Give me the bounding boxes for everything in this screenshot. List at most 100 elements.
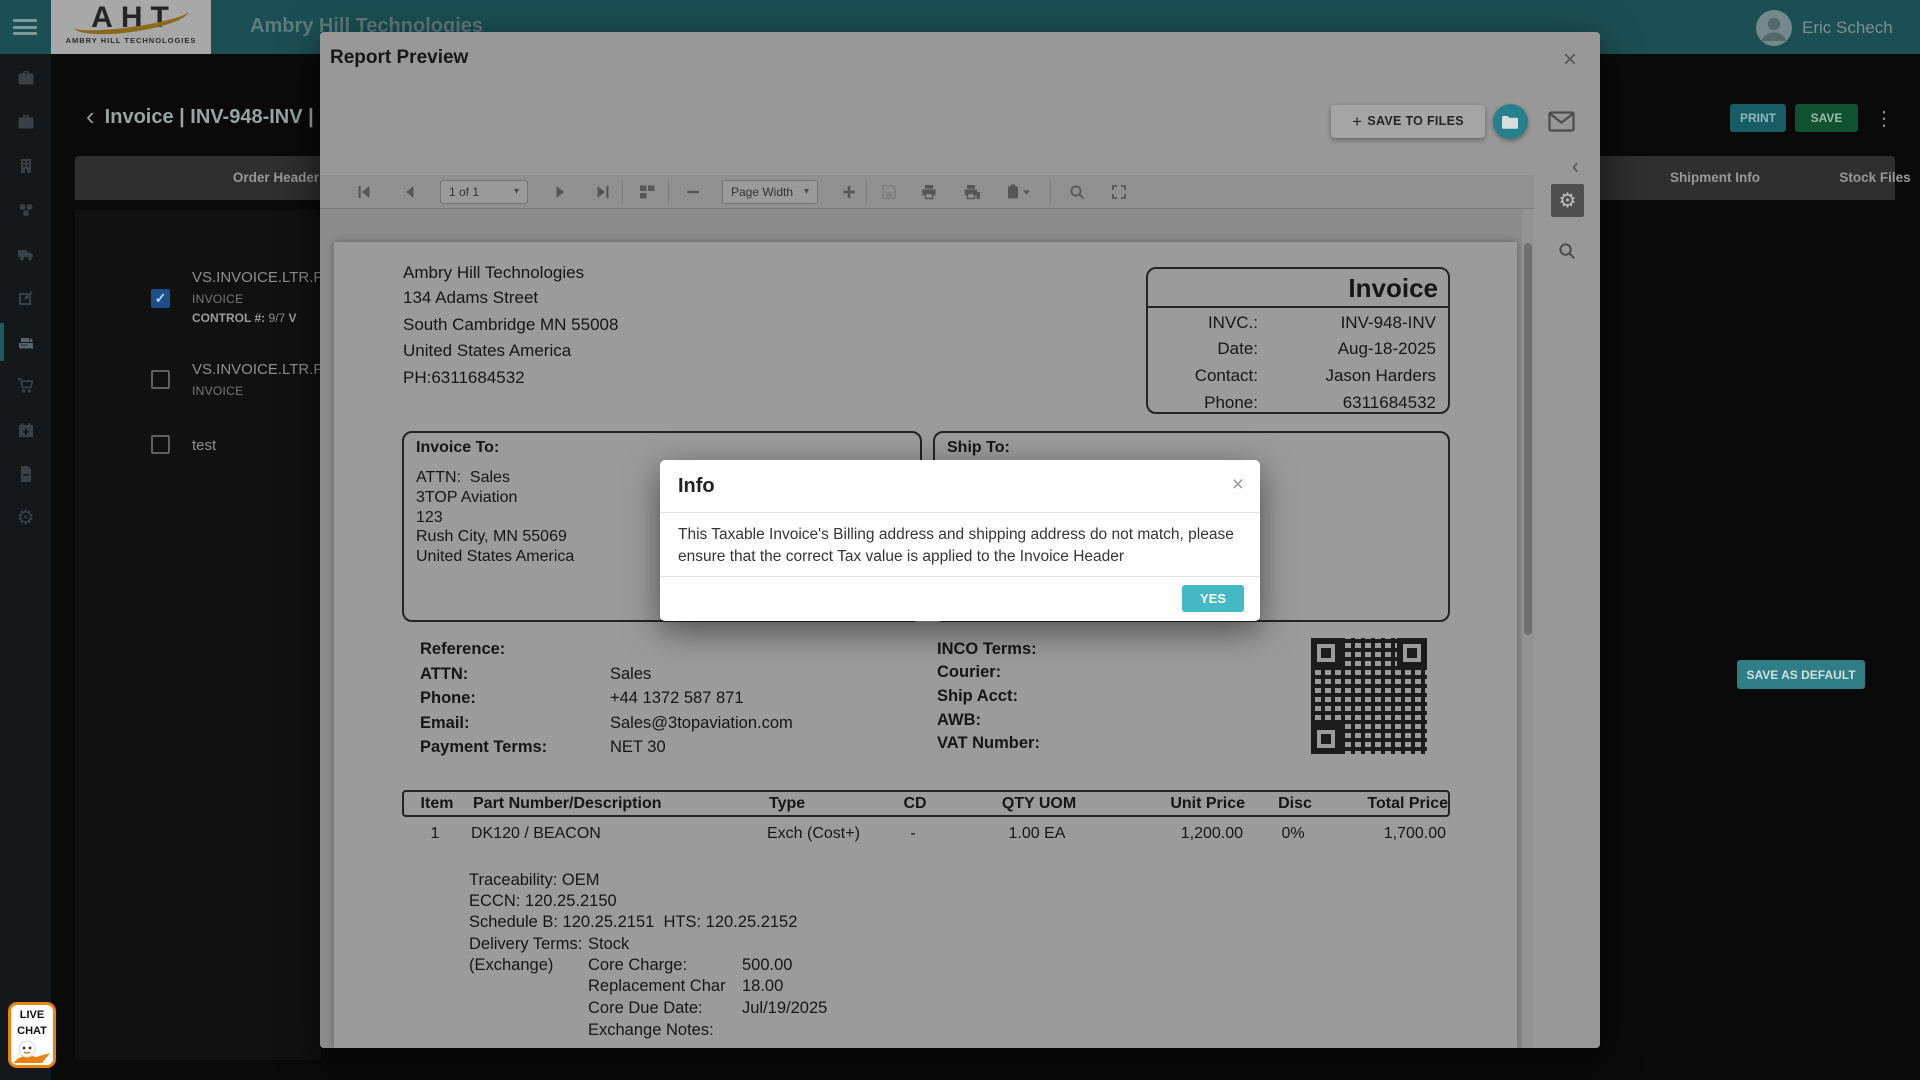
contact-label: Contact:	[1148, 363, 1258, 389]
multi-page-icon[interactable]	[638, 183, 656, 201]
cell-part-number: DK120 / BEACON	[471, 822, 601, 845]
report-checkbox[interactable]	[151, 370, 170, 389]
print-button[interactable]: PRINT	[1730, 104, 1786, 132]
save-button[interactable]: SAVE	[1795, 104, 1858, 132]
company-logo[interactable]: AHT AMBRY HILL TECHNOLOGIES	[51, 0, 211, 54]
truck-icon	[16, 244, 36, 264]
avatar[interactable]	[1756, 10, 1792, 46]
traceability-line: Traceability: OEM	[469, 871, 600, 890]
more-menu-icon[interactable]: ⋮	[1874, 106, 1894, 131]
caret-down-icon: ▾	[804, 181, 809, 203]
sidebar-item-truck[interactable]	[0, 232, 51, 276]
ship-acct-label: Ship Acct:	[937, 687, 1018, 706]
zoom-out-icon[interactable]	[684, 183, 702, 201]
date-label: Date:	[1148, 336, 1258, 362]
gear-icon: ⚙	[17, 508, 35, 528]
col-part-number: Part Number/Description	[473, 792, 661, 815]
report-checkbox[interactable]	[151, 435, 170, 454]
sidebar-item-calendar[interactable]	[0, 408, 51, 452]
export-icon[interactable]	[1005, 183, 1031, 201]
invoice-header-box: Invoice INVC.:INV-948-INV Date:Aug-18-20…	[1146, 267, 1450, 414]
info-close-icon[interactable]: ×	[1232, 473, 1244, 497]
scrollbar[interactable]	[1522, 209, 1534, 1048]
control-value: 9/7	[268, 311, 285, 325]
user-name[interactable]: Eric Schech	[1802, 18, 1893, 38]
report-item-title[interactable]: VS.INVOICE.LTR.P	[192, 269, 323, 286]
contact-value: Jason Harders	[1325, 363, 1436, 389]
info-dialog: Info × This Taxable Invoice's Billing ad…	[660, 460, 1260, 621]
menu-icon[interactable]	[13, 19, 37, 35]
last-page-icon[interactable]	[594, 183, 612, 201]
col-type: Type	[769, 792, 805, 815]
items-table-row: 1 DK120 / BEACON Exch (Cost+) - 1.00 EA …	[402, 822, 1450, 844]
next-page-icon[interactable]	[552, 183, 570, 201]
page-number-select[interactable]: 1 of 1▾	[440, 180, 528, 204]
settings-tab[interactable]: ⚙	[1551, 184, 1584, 217]
gear-icon: ⚙	[1559, 188, 1577, 213]
report-checkbox-checked[interactable]: ✓	[151, 289, 170, 308]
email-button[interactable]	[1548, 111, 1575, 137]
person-icon	[1756, 10, 1792, 46]
page-number-value: 1 of 1	[449, 185, 479, 199]
print-icon[interactable]	[920, 183, 938, 201]
tab-stock-files[interactable]: Stock Files	[1810, 170, 1920, 185]
payment-terms-label: Payment Terms:	[420, 738, 547, 757]
report-list-panel	[75, 210, 321, 1060]
payment-terms-value: NET 30	[610, 738, 666, 757]
fullscreen-icon[interactable]	[1110, 183, 1128, 201]
scrollbar-thumb[interactable]	[1524, 243, 1532, 635]
control-extra: V	[289, 311, 297, 325]
briefcase-icon	[16, 68, 36, 88]
live-chat-widget[interactable]: LIVE CHAT	[8, 1002, 56, 1068]
col-disc: Disc	[1270, 792, 1320, 815]
phone-row-value: +44 1372 587 871	[610, 689, 744, 708]
ship-to-label: Ship To:	[947, 439, 1010, 457]
building-icon	[16, 156, 36, 176]
invoice-to-label: Invoice To:	[416, 439, 499, 457]
prev-page-icon[interactable]	[400, 183, 418, 201]
report-item-title[interactable]: test	[192, 437, 216, 454]
cell-cd: -	[883, 822, 943, 845]
zoom-in-icon[interactable]	[840, 183, 858, 201]
sidebar-item-register-active[interactable]	[0, 320, 51, 364]
folder-button[interactable]	[1493, 104, 1528, 139]
cell-type: Exch (Cost+)	[767, 822, 860, 845]
first-page-icon[interactable]	[355, 183, 373, 201]
search-icon[interactable]	[1068, 183, 1086, 201]
sidebar-item-edit[interactable]	[0, 276, 51, 320]
sidebar-item-settings[interactable]: ⚙	[0, 496, 51, 540]
save-as-default-button[interactable]: SAVE AS DEFAULT	[1737, 660, 1865, 689]
sidebar-item-document[interactable]	[0, 452, 51, 496]
plus-icon: +	[1352, 112, 1362, 131]
document-preview-area[interactable]: Ambry Hill Technologies 134 Adams Street…	[320, 209, 1522, 1048]
invoice-to-line: 123	[416, 509, 443, 527]
inco-terms-label: INCO Terms:	[937, 640, 1037, 659]
tab-shipment-info[interactable]: Shipment Info	[1645, 170, 1785, 185]
sidebar-item-cart[interactable]	[0, 364, 51, 408]
report-item-title[interactable]: VS.INVOICE.LTR.P	[192, 361, 323, 378]
sidebar-item-building[interactable]	[0, 144, 51, 188]
zoom-mode-select[interactable]: Page Width▾	[722, 180, 818, 204]
sidebar-item-briefcase-alt[interactable]	[0, 100, 51, 144]
sidebar-item-cubes[interactable]	[0, 188, 51, 232]
invoice-page: Ambry Hill Technologies 134 Adams Street…	[334, 242, 1517, 1048]
close-icon[interactable]: ×	[1563, 46, 1577, 74]
email-label: Email:	[420, 714, 470, 733]
sidebar-item-briefcase[interactable]	[0, 56, 51, 100]
cubes-icon	[16, 200, 36, 220]
delivery-terms-label: Delivery Terms:	[469, 935, 582, 954]
reference-label: Reference:	[420, 640, 505, 659]
collapse-panel-icon[interactable]: ‹	[1572, 156, 1579, 179]
back-icon[interactable]: ‹	[86, 101, 95, 131]
print-page-icon[interactable]	[963, 183, 981, 201]
cell-item: 1	[412, 822, 458, 845]
save-file-icon	[880, 183, 898, 201]
replacement-charge-label: Replacement Char	[588, 977, 726, 996]
viewer-toolbar: 1 of 1▾ Page Width▾	[320, 175, 1534, 209]
yes-button[interactable]: YES	[1182, 585, 1244, 612]
live-chat-label-2: CHAT	[11, 1025, 53, 1037]
save-to-files-button[interactable]: +SAVE TO FILES	[1331, 105, 1485, 138]
core-charge-label: Core Charge:	[588, 956, 687, 975]
search-panel-icon[interactable]	[1557, 241, 1577, 261]
eccn-line: ECCN: 120.25.2150	[469, 892, 617, 911]
